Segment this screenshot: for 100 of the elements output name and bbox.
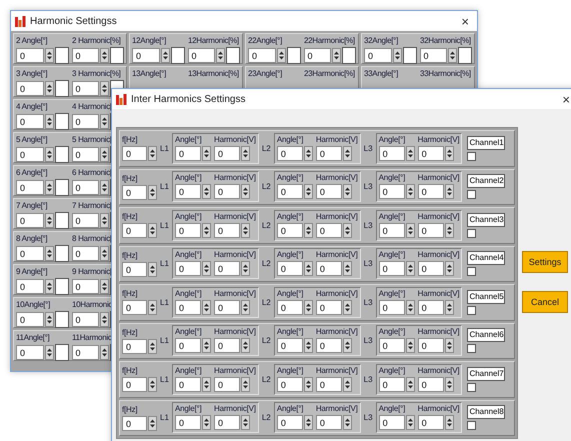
spin-button[interactable] [241, 415, 250, 430]
angle-field[interactable]: 0 [378, 415, 405, 430]
close-button[interactable]: × [562, 92, 570, 106]
spin-button[interactable] [406, 261, 415, 276]
angle-field[interactable]: 0 [276, 261, 303, 276]
spin-button[interactable] [406, 300, 415, 315]
harmonic-field[interactable]: 0 [418, 184, 444, 200]
spin-button[interactable] [44, 312, 54, 327]
harmonic-field[interactable]: 0 [418, 146, 444, 161]
angle-field[interactable]: 0 [16, 213, 44, 228]
spin-button[interactable] [241, 261, 250, 276]
spin-button[interactable] [406, 222, 415, 238]
angle-field[interactable]: 0 [132, 48, 160, 63]
spin-button[interactable] [44, 345, 54, 360]
angle-field[interactable]: 0 [276, 146, 303, 161]
spin-button[interactable] [160, 48, 170, 63]
close-button[interactable]: × [461, 14, 469, 28]
spin-button[interactable] [304, 415, 313, 430]
harmonic-field[interactable]: 0 [214, 300, 240, 315]
harmonic-field[interactable]: 0 [72, 81, 100, 96]
spin-button[interactable] [100, 246, 109, 261]
harmonic-field[interactable]: 0 [418, 261, 444, 276]
harmonic-field[interactable]: 0 [304, 48, 332, 63]
angle-field[interactable]: 0 [276, 184, 303, 200]
harmonic-field[interactable]: 0 [72, 180, 100, 195]
harmonic-field[interactable]: 0 [72, 312, 100, 327]
angle-field[interactable]: 0 [175, 261, 201, 276]
channel-field[interactable]: Channel4 [467, 251, 506, 266]
angle-field[interactable]: 0 [175, 184, 201, 200]
spin-button[interactable] [392, 48, 402, 63]
spin-button[interactable] [444, 222, 454, 238]
frequency-field[interactable]: 0 [122, 262, 147, 277]
angle-field[interactable]: 0 [276, 376, 303, 392]
angle-field[interactable]: 0 [175, 338, 201, 354]
spin-button[interactable] [100, 345, 109, 360]
channel-checkbox[interactable] [467, 267, 476, 276]
spin-button[interactable] [148, 146, 157, 162]
harmonic-field[interactable]: 0 [418, 415, 444, 430]
spin-button[interactable] [332, 48, 341, 63]
angle-field[interactable]: 0 [16, 312, 44, 327]
spin-button[interactable] [342, 415, 352, 430]
spin-button[interactable] [100, 312, 109, 327]
angle-field[interactable]: 0 [276, 338, 303, 354]
spin-button[interactable] [202, 146, 211, 161]
frequency-field[interactable]: 0 [122, 146, 147, 162]
spin-button[interactable] [202, 415, 211, 430]
angle-field[interactable]: 0 [378, 300, 405, 315]
spin-button[interactable] [100, 48, 109, 63]
spin-button[interactable] [342, 184, 352, 200]
spin-button[interactable] [148, 338, 157, 354]
spin-button[interactable] [202, 222, 211, 238]
angle-field[interactable]: 0 [16, 279, 44, 294]
spin-button[interactable] [276, 48, 286, 63]
angle-field[interactable]: 0 [378, 338, 405, 354]
angle-field[interactable]: 0 [378, 184, 405, 200]
channel-field[interactable]: Channel5 [467, 290, 506, 304]
spin-button[interactable] [216, 48, 225, 63]
spin-button[interactable] [44, 213, 54, 228]
harmonic-field[interactable]: 0 [418, 338, 444, 354]
harmonic-field[interactable]: 0 [72, 48, 100, 63]
harmonic-field[interactable]: 0 [214, 222, 240, 238]
harmonic-field[interactable]: 0 [316, 415, 342, 430]
harmonic-field[interactable]: 0 [420, 48, 448, 63]
spin-button[interactable] [304, 146, 313, 161]
angle-field[interactable]: 0 [378, 146, 405, 161]
angle-field[interactable]: 0 [378, 376, 405, 392]
spin-button[interactable] [342, 300, 352, 315]
spin-button[interactable] [444, 184, 454, 200]
spin-button[interactable] [444, 415, 454, 430]
spin-button[interactable] [448, 48, 457, 63]
spin-button[interactable] [148, 262, 157, 277]
spin-button[interactable] [202, 300, 211, 315]
harmonic-field[interactable]: 0 [316, 338, 342, 354]
spin-button[interactable] [100, 114, 109, 129]
harmonic-field[interactable]: 0 [214, 261, 240, 276]
spin-button[interactable] [148, 223, 157, 238]
spin-button[interactable] [406, 146, 415, 161]
channel-checkbox[interactable] [467, 228, 476, 238]
spin-button[interactable] [444, 261, 454, 276]
spin-button[interactable] [202, 376, 211, 392]
harmonic-field[interactable]: 0 [418, 376, 444, 392]
spin-button[interactable] [100, 147, 109, 162]
frequency-field[interactable]: 0 [122, 300, 147, 316]
channel-checkbox[interactable] [467, 152, 476, 161]
spin-button[interactable] [202, 338, 211, 354]
channel-field[interactable]: Channel7 [467, 366, 506, 381]
frequency-field[interactable]: 0 [122, 184, 147, 200]
spin-button[interactable] [202, 184, 211, 200]
spin-button[interactable] [342, 338, 352, 354]
harmonic-field[interactable]: 0 [316, 222, 342, 238]
spin-button[interactable] [100, 81, 109, 96]
harmonic-field[interactable]: 0 [72, 345, 100, 360]
spin-button[interactable] [44, 246, 54, 261]
channel-checkbox[interactable] [467, 421, 476, 430]
harmonic-field[interactable]: 0 [72, 213, 100, 228]
angle-field[interactable]: 0 [276, 415, 303, 430]
harmonic-field[interactable]: 0 [188, 48, 216, 63]
spin-button[interactable] [241, 184, 250, 200]
harmonic-field[interactable]: 0 [214, 146, 240, 161]
harmonic-field[interactable]: 0 [72, 114, 100, 129]
